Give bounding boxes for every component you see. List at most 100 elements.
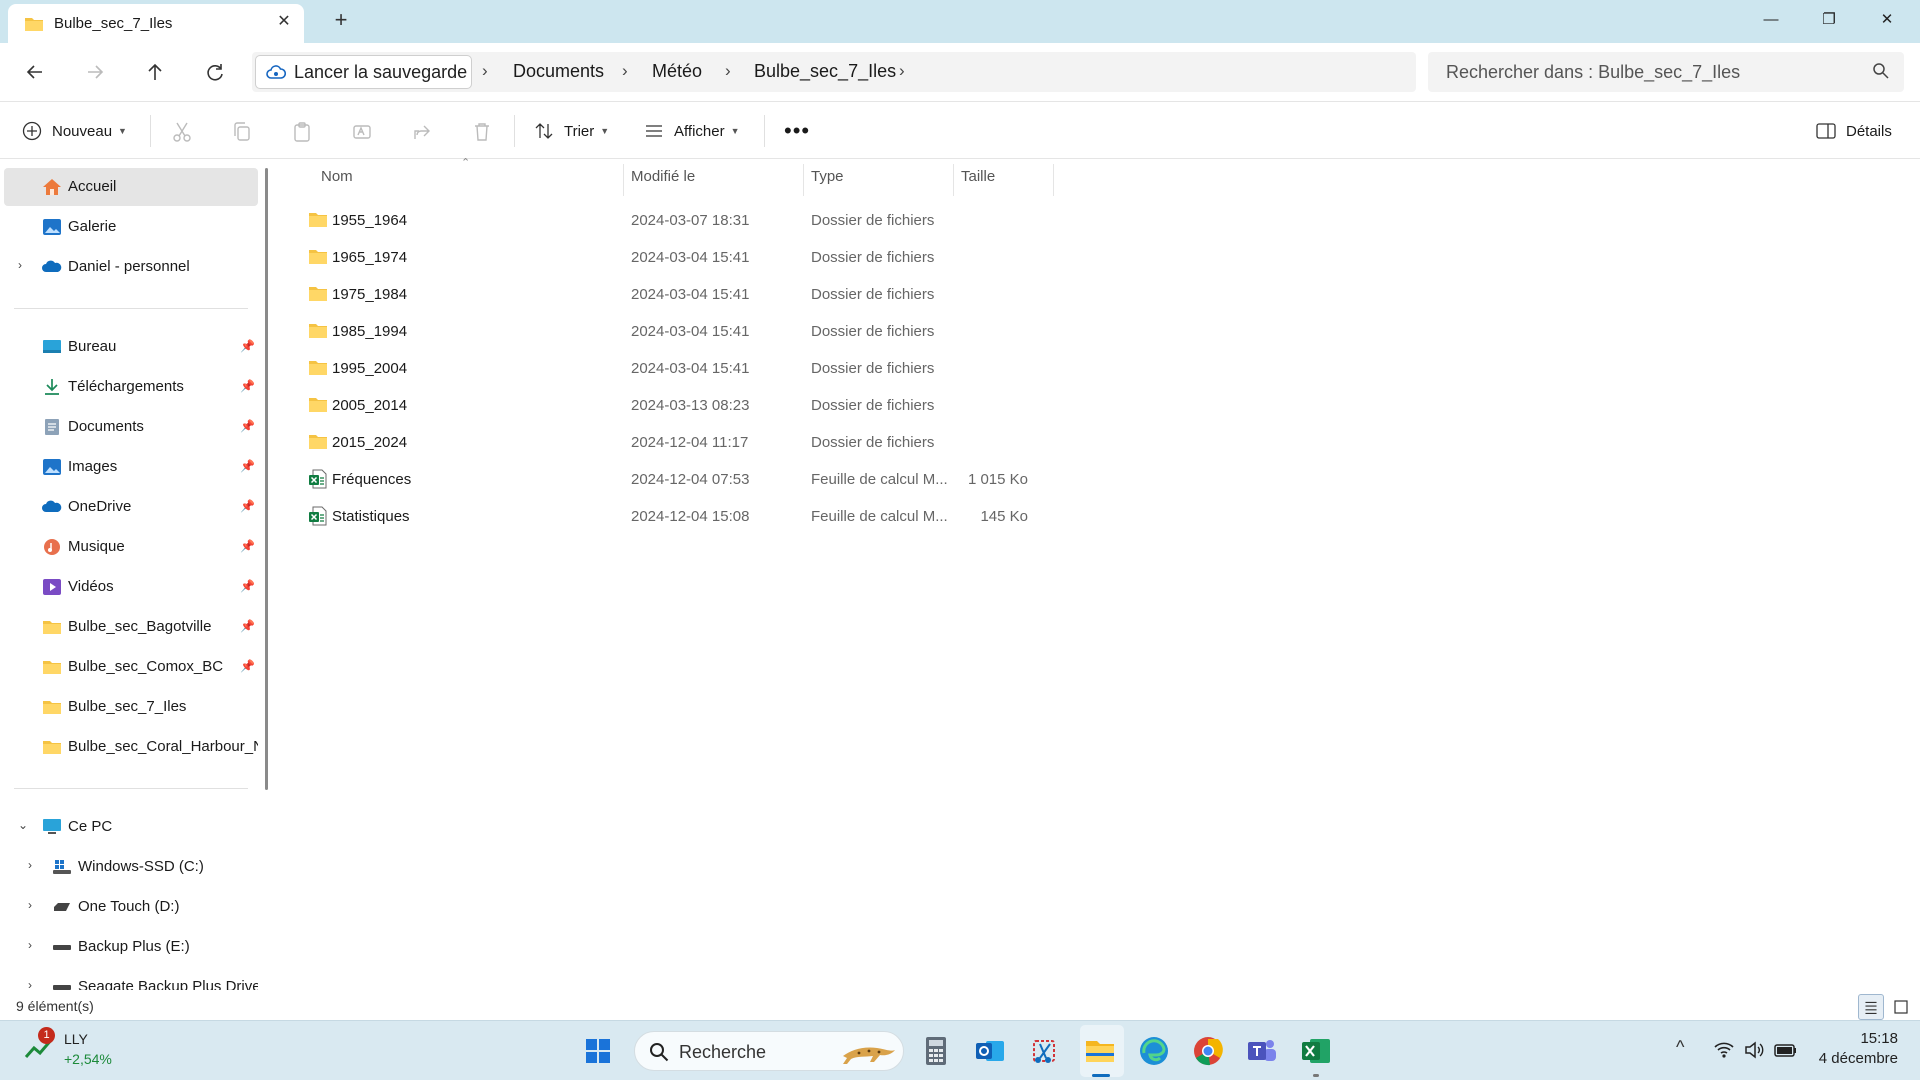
pin-icon[interactable]: 📌	[240, 619, 255, 633]
show-hidden-icons-chevron-icon[interactable]: ^	[1676, 1037, 1684, 1058]
cut-icon[interactable]	[170, 120, 194, 144]
sidebar-item-musique[interactable]: Musique 📌	[4, 528, 258, 566]
details-pane-button[interactable]: Détails	[1816, 117, 1892, 145]
table-row[interactable]: 2015_2024 2024-12-04 11:17 Dossier de fich…	[304, 424, 1140, 461]
pin-icon[interactable]: 📌	[240, 539, 255, 553]
table-row[interactable]: 1995_2004 2024-03-04 15:41 Dossier de fich…	[304, 350, 1140, 387]
up-arrow-icon[interactable]	[140, 57, 170, 87]
breadcrumb-chevron-icon[interactable]: ›	[482, 61, 488, 81]
sidebar-item-seagate[interactable]: › Seagate Backup Plus Drive	[4, 968, 258, 990]
column-header-type[interactable]: Type	[811, 168, 844, 196]
taskbar-search[interactable]: Recherche	[634, 1031, 904, 1071]
address-bar[interactable]: Lancer la sauvegarde › Documents › Météo…	[252, 52, 1416, 92]
table-row[interactable]: 1975_1984 2024-03-04 15:41 Dossier de fich…	[304, 276, 1140, 313]
new-button[interactable]: Nouveau ▼	[22, 117, 127, 145]
sidebar-item-documents[interactable]: Documents 📌	[4, 408, 258, 446]
restore-button[interactable]: ❐	[1806, 6, 1852, 34]
sidebar-item-bulbe-sec-7-iles[interactable]: Bulbe_sec_7_Iles	[4, 688, 258, 726]
chevron-right-icon[interactable]: ›	[28, 938, 32, 952]
tiles-view-icon[interactable]	[1888, 994, 1914, 1020]
chevron-right-icon[interactable]: ›	[28, 978, 32, 990]
view-button[interactable]: Afficher ▼	[644, 117, 740, 145]
excel-icon[interactable]	[1298, 1033, 1334, 1069]
pin-icon[interactable]: 📌	[240, 459, 255, 473]
sidebar-item-images[interactable]: Images 📌	[4, 448, 258, 486]
sidebar-item-onedrive[interactable]: OneDrive 📌	[4, 488, 258, 526]
sidebar-item-windows-ssd[interactable]: › Windows-SSD (C:)	[4, 848, 258, 886]
chrome-browser-icon[interactable]	[1190, 1033, 1226, 1069]
calculator-icon[interactable]	[918, 1033, 954, 1069]
sidebar-item-backup-plus[interactable]: › Backup Plus (E:)	[4, 928, 258, 966]
table-row[interactable]: 1965_1974 2024-03-04 15:41 Dossier de fich…	[304, 239, 1140, 276]
pin-icon[interactable]: 📌	[240, 659, 255, 673]
sidebar-item-daniel-personnel[interactable]: › Daniel - personnel	[4, 248, 258, 286]
volume-icon[interactable]	[1744, 1041, 1764, 1059]
sidebar-item-one-touch[interactable]: › One Touch (D:)	[4, 888, 258, 926]
outlook-icon[interactable]	[972, 1033, 1008, 1069]
table-row[interactable]: 1985_1994 2024-03-04 15:41 Dossier de fich…	[304, 313, 1140, 350]
sidebar-item-bulbe-sec-coral-harbour[interactable]: Bulbe_sec_Coral_Harbour_NU	[4, 728, 258, 766]
column-header-name[interactable]: Nom	[321, 168, 353, 196]
sidebar-scrollbar[interactable]	[265, 168, 268, 790]
edge-browser-icon[interactable]	[1136, 1033, 1172, 1069]
search-box[interactable]: Rechercher dans : Bulbe_sec_7_Iles	[1428, 52, 1904, 92]
active-tab[interactable]: Bulbe_sec_7_Iles ✕	[8, 4, 304, 43]
column-divider[interactable]	[953, 164, 954, 196]
column-divider[interactable]	[1053, 164, 1054, 196]
snipping-tool-icon[interactable]	[1026, 1033, 1062, 1069]
close-tab-icon[interactable]: ✕	[274, 12, 294, 32]
sidebar-item-bulbe-sec-comox-bc[interactable]: Bulbe_sec_Comox_BC 📌	[4, 648, 258, 686]
sidebar-item-accueil[interactable]: Accueil	[4, 168, 258, 206]
pin-icon[interactable]: 📌	[240, 579, 255, 593]
sidebar-item-ce-pc[interactable]: ⌄ Ce PC	[4, 808, 258, 846]
chevron-right-icon[interactable]: ›	[28, 858, 32, 872]
clock[interactable]: 15:18 4 décembre	[1819, 1029, 1898, 1069]
sidebar-item-videos[interactable]: Vidéos 📌	[4, 568, 258, 606]
table-row[interactable]: Fréquences 2024-12-04 07:53 Feuille de cal…	[304, 461, 1140, 498]
file-explorer-icon[interactable]	[1082, 1033, 1118, 1069]
table-row[interactable]: 1955_1964 2024-03-07 18:31 Dossier de fich…	[304, 202, 1140, 239]
paste-icon[interactable]	[290, 120, 314, 144]
details-view-icon[interactable]	[1858, 994, 1884, 1020]
pin-icon[interactable]: 📌	[240, 419, 255, 433]
delete-icon[interactable]	[470, 120, 494, 144]
forward-arrow-icon[interactable]	[80, 57, 110, 87]
new-tab-button[interactable]: +	[330, 9, 352, 31]
sort-button[interactable]: Trier ▼	[534, 117, 609, 145]
column-header-modified[interactable]: Modifié le	[631, 168, 695, 196]
column-divider[interactable]	[623, 164, 624, 196]
table-row[interactable]: Statistiques 2024-12-04 15:08 Feuille de c…	[304, 498, 1140, 535]
wifi-icon[interactable]	[1714, 1041, 1734, 1059]
chevron-down-icon[interactable]: ⌄	[18, 818, 28, 832]
back-arrow-icon[interactable]	[20, 57, 50, 87]
pin-icon[interactable]: 📌	[240, 379, 255, 393]
breadcrumb-chevron-icon[interactable]: ›	[725, 61, 731, 81]
pin-icon[interactable]: 📌	[240, 339, 255, 353]
breadcrumb-current-folder[interactable]: Bulbe_sec_7_Iles	[754, 61, 896, 82]
sidebar-item-bulbe-sec-bagotville[interactable]: Bulbe_sec_Bagotville 📌	[4, 608, 258, 646]
column-header-size[interactable]: Taille	[961, 168, 995, 196]
teams-icon[interactable]	[1244, 1033, 1280, 1069]
breadcrumb-meteo[interactable]: Météo	[652, 61, 702, 82]
pin-icon[interactable]: 📌	[240, 499, 255, 513]
backup-button[interactable]: Lancer la sauvegarde	[255, 55, 472, 89]
sidebar-item-telechargements[interactable]: Téléchargements 📌	[4, 368, 258, 406]
breadcrumb-documents[interactable]: Documents	[513, 61, 604, 82]
chevron-right-icon[interactable]: ›	[28, 898, 32, 912]
more-options-icon[interactable]: •••	[784, 117, 810, 145]
breadcrumb-chevron-icon[interactable]: ›	[622, 61, 628, 81]
sidebar-item-bureau[interactable]: Bureau 📌	[4, 328, 258, 366]
copy-icon[interactable]	[230, 120, 254, 144]
breadcrumb-chevron-icon[interactable]: ›	[899, 61, 905, 81]
battery-icon[interactable]	[1774, 1041, 1798, 1059]
refresh-icon[interactable]	[200, 57, 230, 87]
share-icon[interactable]	[410, 120, 434, 144]
column-divider[interactable]	[803, 164, 804, 196]
chevron-right-icon[interactable]: ›	[18, 258, 22, 272]
minimize-button[interactable]: —	[1748, 6, 1794, 34]
start-windows-icon[interactable]	[580, 1033, 616, 1069]
sidebar-item-galerie[interactable]: Galerie	[4, 208, 258, 246]
close-window-button[interactable]: ✕	[1864, 6, 1910, 34]
table-row[interactable]: 2005_2014 2024-03-13 08:23 Dossier de fich…	[304, 387, 1140, 424]
rename-icon[interactable]	[350, 120, 374, 144]
